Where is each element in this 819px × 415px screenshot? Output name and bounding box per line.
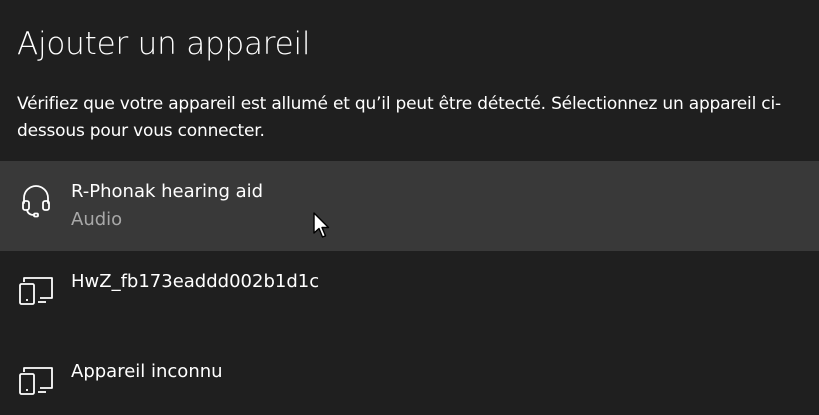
- device-item-unknown[interactable]: Appareil inconnu: [0, 341, 819, 415]
- add-device-dialog: Ajouter un appareil Vérifiez que votre a…: [0, 0, 819, 415]
- page-title: Ajouter un appareil: [17, 26, 311, 62]
- device-type: Audio: [71, 209, 123, 230]
- headset-icon: [18, 183, 54, 219]
- device-item-r-phonak[interactable]: R-Phonak hearing aid Audio: [0, 161, 819, 251]
- device-name: Appareil inconnu: [71, 361, 223, 382]
- device-name: HwZ_fb173eaddd002b1d1c: [71, 271, 320, 292]
- device-list: R-Phonak hearing aid Audio HwZ_fb173eadd…: [0, 161, 819, 415]
- dialog-description: Vérifiez que votre appareil est allumé e…: [17, 94, 781, 141]
- display-device-icon: [18, 363, 54, 399]
- device-name: R-Phonak hearing aid: [71, 181, 264, 202]
- display-device-icon: [18, 273, 54, 309]
- device-item-hwz[interactable]: HwZ_fb173eaddd002b1d1c: [0, 251, 819, 341]
